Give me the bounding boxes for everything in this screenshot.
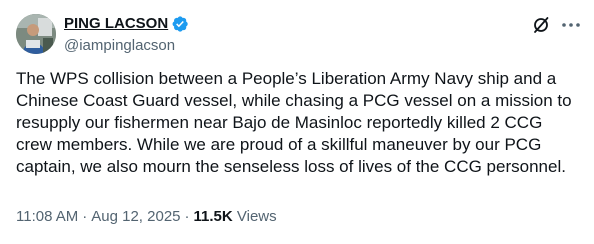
meta-separator-2: · <box>184 208 190 225</box>
tweet-date[interactable]: Aug 12, 2025 <box>91 208 180 225</box>
tweet-text: The WPS collision between a People’s Lib… <box>16 69 572 176</box>
tweet-meta: 11:08 AM · Aug 12, 2025 · 11.5K Views <box>16 207 277 227</box>
views-label: Views <box>236 208 277 225</box>
avatar-image <box>16 14 56 54</box>
author-block: PING LACSON @iampinglacson <box>64 14 189 56</box>
avatar[interactable] <box>16 14 56 54</box>
author-display-name[interactable]: PING LACSON <box>64 14 168 34</box>
author-name-row: PING LACSON <box>64 14 189 34</box>
verified-badge-icon[interactable] <box>171 15 189 33</box>
grok-icon[interactable] <box>530 14 552 36</box>
tweet-time[interactable]: 11:08 AM <box>16 208 78 225</box>
tweet-top-actions <box>530 14 584 36</box>
meta-separator: · <box>82 208 88 225</box>
more-options-icon[interactable] <box>558 14 584 36</box>
tweet-card: PING LACSON @iampinglacson The WPS colli… <box>0 0 594 244</box>
author-handle[interactable]: @iampinglacson <box>64 36 189 56</box>
views-count[interactable]: 11.5K <box>194 208 233 225</box>
